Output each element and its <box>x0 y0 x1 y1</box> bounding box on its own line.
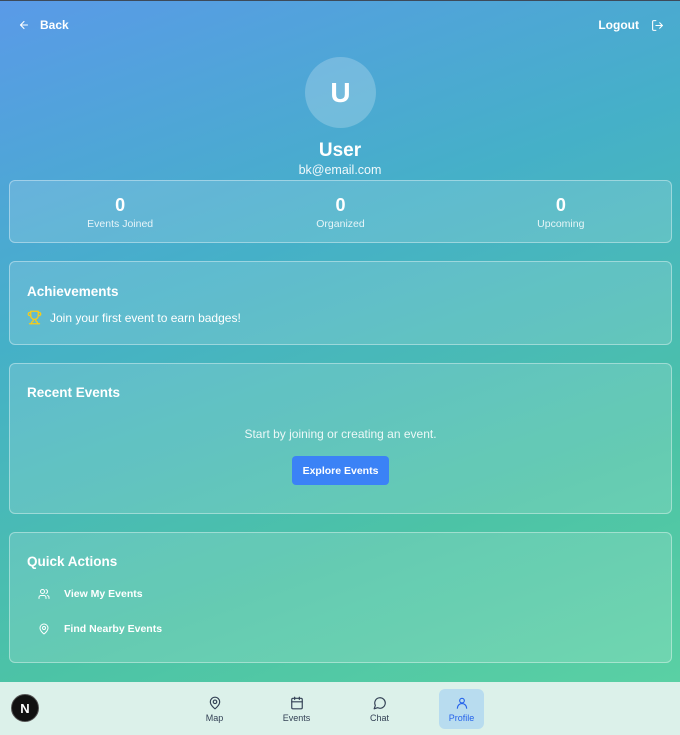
nav-profile[interactable]: Profile <box>439 689 484 729</box>
stat-upcoming: 0 Upcoming <box>451 181 671 242</box>
stat-label: Organized <box>316 218 365 230</box>
stat-value: 0 <box>115 195 126 215</box>
stat-label: Events Joined <box>87 218 154 230</box>
user-icon <box>455 696 469 710</box>
nav-events[interactable]: Events <box>274 689 319 729</box>
nav-chat-label: Chat <box>369 712 389 723</box>
profile-name: User <box>318 140 362 161</box>
view-my-events-action[interactable]: View My Events <box>38 588 143 600</box>
nav-map-label: Map <box>205 712 224 723</box>
back-button[interactable]: Back <box>18 18 69 32</box>
bottom-nav: Map Events Chat Profile <box>0 682 680 735</box>
chat-icon <box>373 696 387 710</box>
recent-events-card: Recent Events Start by joining or creati… <box>9 363 672 514</box>
nav-events-label: Events <box>282 712 311 723</box>
users-icon <box>38 588 50 600</box>
quick-actions-title: Quick Actions <box>27 554 118 569</box>
find-nearby-events-action[interactable]: Find Nearby Events <box>38 623 162 635</box>
map-pin-icon <box>38 623 50 635</box>
trophy-icon <box>27 310 42 325</box>
nav-profile-label: Profile <box>448 712 475 723</box>
profile-email: bk@email.com <box>298 163 382 177</box>
stat-value: 0 <box>555 195 566 215</box>
logout-button[interactable]: Logout <box>598 18 664 32</box>
stats-card: 0 Events Joined 0 Organized 0 Upcoming <box>9 180 672 243</box>
achievements-message: Join your first event to earn badges! <box>50 310 241 325</box>
nav-chat[interactable]: Chat <box>357 689 402 729</box>
stat-label: Upcoming <box>537 218 585 230</box>
quick-actions-card: Quick Actions View My Events Find Nearby… <box>9 532 672 663</box>
arrow-left-icon <box>18 19 30 31</box>
recent-events-empty-message: Start by joining or creating an event. <box>244 427 437 441</box>
back-label: Back <box>40 18 69 32</box>
achievements-title: Achievements <box>27 284 119 299</box>
view-my-events-label: View My Events <box>64 588 143 600</box>
header: Back Logout <box>0 0 680 52</box>
recent-events-title: Recent Events <box>27 385 121 400</box>
map-pin-icon <box>208 696 222 710</box>
explore-events-button[interactable]: Explore Events <box>292 456 389 485</box>
stat-events-joined: 0 Events Joined <box>10 181 230 242</box>
stat-organized: 0 Organized <box>230 181 450 242</box>
logout-icon <box>651 19 664 32</box>
calendar-icon <box>290 696 304 710</box>
achievements-empty-row: Join your first event to earn badges! <box>27 310 241 325</box>
avatar: U <box>305 57 376 128</box>
stat-value: 0 <box>335 195 346 215</box>
logout-label: Logout <box>598 18 639 32</box>
find-nearby-events-label: Find Nearby Events <box>64 623 163 635</box>
dev-tools-badge[interactable]: N <box>11 694 39 722</box>
nav-map[interactable]: Map <box>192 689 237 729</box>
achievements-card: Achievements Join your first event to ea… <box>9 261 672 345</box>
